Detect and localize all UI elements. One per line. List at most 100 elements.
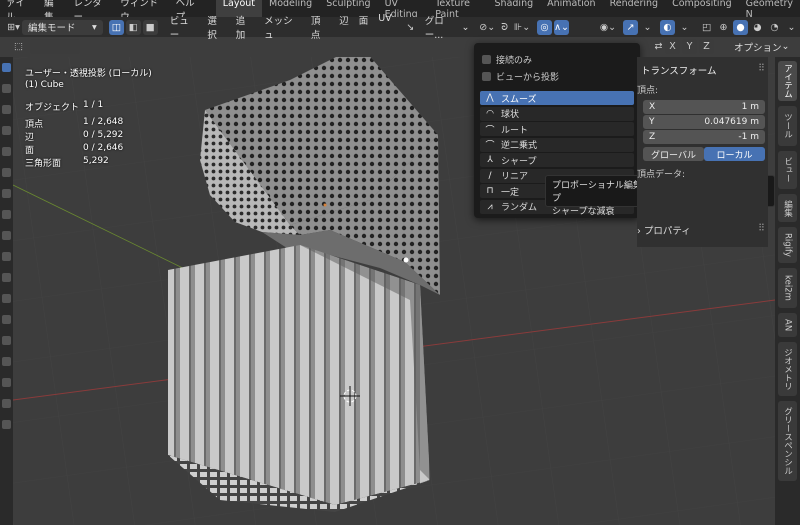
proportional-edit-icon[interactable]: ◎ [537,19,553,35]
stats-row: 三角形面 5,292 [25,156,145,169]
tool-rotate[interactable] [2,126,11,135]
projected-checkbox[interactable]: ビューから投影 [482,70,559,83]
falloff-option[interactable]: ⌒ ルート [480,122,634,136]
global-toggle[interactable]: グローバル [643,147,704,161]
tool-shrink[interactable] [2,420,11,429]
falloff-option[interactable]: ⌒ 逆二乗式 [480,137,634,152]
tool-spin[interactable] [2,357,11,366]
transform-orientation-dropdown[interactable]: グロー... ⌄ [419,16,476,41]
sidebar-tab[interactable]: ツール [778,106,797,146]
visibility-icon[interactable]: ◉⌄ [600,20,616,35]
tool-edge-slide[interactable] [2,399,11,408]
smooth-falloff-icon: ⋀ [486,93,494,103]
vertex-select-icon[interactable]: ◫ [108,19,124,35]
edge-select-icon[interactable]: ◧ [125,19,141,35]
overlay-dropdown-icon[interactable]: ⌄ [677,20,692,35]
tool-transform[interactable] [2,168,11,177]
tool-select[interactable] [2,63,11,72]
tool-cursor[interactable] [2,84,11,93]
chevron-down-icon: ▾ [91,21,97,33]
falloff-option-label: 逆二乗式 [501,141,538,151]
falloff-option[interactable]: ⅄ シャープ [480,153,634,167]
transform-header[interactable]: トランスフォーム ⠿ [641,63,765,77]
material-shading-icon[interactable]: ◕ [750,20,765,35]
snap-increment-icon[interactable]: ⊪⌄ [514,20,530,35]
tool-annotate[interactable] [2,189,11,198]
falloff-option-label: ランダム [501,203,538,213]
tool-polybuild[interactable] [2,336,11,345]
rendered-shading-icon[interactable]: ◔ [767,20,782,35]
local-label: ローカル [716,150,753,161]
tool-measure[interactable] [2,210,11,219]
options-dropdown[interactable]: オプション ⌄ [728,39,795,54]
x-value: 1 m [741,102,759,112]
stats-row: 面 0 / 2,646 [25,143,145,156]
vertex-label: 頂点: [637,86,659,96]
linear-falloff-icon: ∕ [488,170,492,181]
editor-type-icon[interactable]: ⊞▾ [6,20,21,35]
root-falloff-icon: ⌒ [485,125,495,136]
axis-z-toggle[interactable]: Z [699,39,714,54]
sidebar-tab[interactable]: 編集 [778,194,797,222]
stats-value: 5,292 [83,156,109,166]
select-mode-group[interactable] [30,39,80,54]
sidebar-tab[interactable]: AN [778,313,797,337]
properties-header[interactable]: › プロパティ ⠿ [637,223,765,237]
constant-falloff-icon: ⊓ [486,186,494,196]
inverse-square-falloff-icon: ⌒ [485,141,495,151]
mode-dropdown[interactable]: 編集モード ▾ [22,19,103,35]
solid-shading-icon[interactable]: ● [733,19,748,35]
tool-knife[interactable] [2,315,11,324]
gizmo-dropdown-icon[interactable]: ⌄ [640,20,655,35]
local-toggle[interactable]: ローカル [704,147,765,161]
vertex-z-field[interactable]: Z -1 m [643,130,765,144]
overlay-icon[interactable]: ◐ [660,19,675,35]
select-box-icon[interactable]: ⬚ [11,39,26,54]
drag-handle-icon[interactable]: ⠿ [758,223,765,234]
connected-only-checkbox[interactable]: 接続のみ [482,53,532,66]
lower-mesh [168,245,430,512]
face-select-icon[interactable]: ■ [142,19,158,35]
tool-scale[interactable] [2,147,11,156]
axis-y-toggle[interactable]: Y [682,39,697,54]
tool-extrude[interactable] [2,231,11,240]
falloff-option-label: ルート [501,125,529,136]
sidebar-tab[interactable]: ビュー [778,151,797,189]
tool-inset[interactable] [2,252,11,261]
tool-smooth[interactable] [2,378,11,387]
vertex-data-label: 頂点データ: [637,170,686,180]
sharp-falloff-icon: ⅄ [487,155,493,165]
gizmo-icon[interactable]: ↗ [623,19,638,35]
object-name: (1) Cube [25,80,64,90]
drag-handle-icon[interactable]: ⠿ [758,63,765,74]
sidebar-tab[interactable]: グリースペンシル [778,401,797,481]
sidebar-tab[interactable]: ジオメトリ [778,342,797,396]
tool-loopcut[interactable] [2,294,11,303]
y-value: 0.047619 m [704,117,759,127]
snap-icon[interactable]: ᘐ [497,20,512,35]
stats-label: 面 [25,146,35,156]
shading-dropdown-icon[interactable]: ⌄ [784,20,799,35]
tool-bevel[interactable] [2,273,11,282]
xray-icon[interactable]: ◰ [699,20,714,35]
proportional-falloff-icon[interactable]: ∧⌄ [554,19,570,35]
stats-value: 1 / 1 [83,100,104,110]
properties-label: プロパティ [643,226,691,237]
sidebar-tab[interactable]: kei2m [778,268,797,308]
vertex-x-field[interactable]: X 1 m [643,100,765,114]
wireframe-shading-icon[interactable]: ⊕ [716,20,731,35]
sidebar-tab[interactable]: アイテム [778,61,797,101]
pivot-icon[interactable]: ⊘⌄ [479,20,495,35]
sidebar-tab[interactable]: Rigify [778,227,797,263]
mode-label: 編集モード [28,23,76,34]
tool-move[interactable] [2,105,11,114]
falloff-option[interactable]: ⋀ スムーズ [480,91,634,105]
vertex-y-field[interactable]: Y 0.047619 m [643,115,765,129]
falloff-option-label: シャープ [501,156,537,167]
stats-value: 0 / 2,646 [83,143,124,153]
chevron-right-icon: › [637,226,641,237]
x-label: X [649,102,656,112]
y-label: Y [649,117,655,127]
axis-x-toggle[interactable]: X [665,39,680,54]
falloff-option[interactable]: ◠ 球状 [480,106,634,121]
